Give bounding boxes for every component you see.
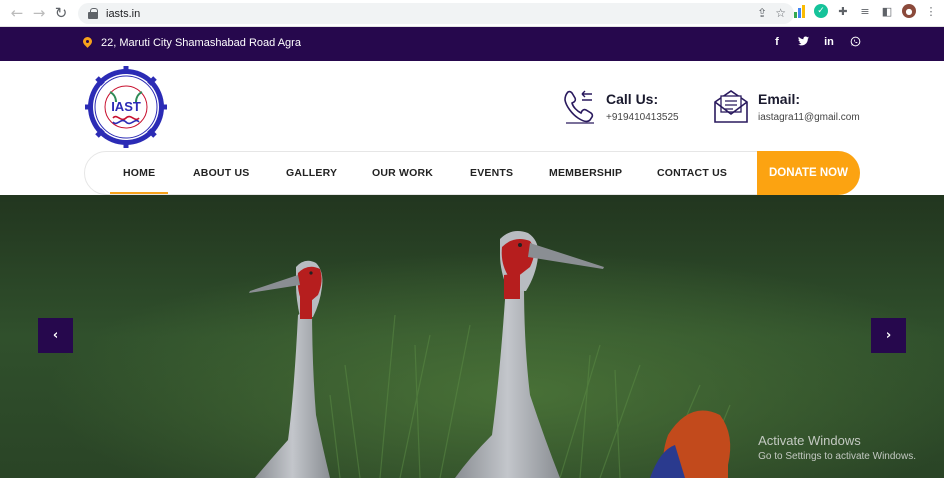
whatsapp-icon[interactable] — [850, 36, 861, 50]
forward-button[interactable]: → — [28, 2, 50, 24]
iast-logo[interactable]: IAST — [84, 65, 168, 149]
nav-contact-us[interactable]: CONTACT US — [657, 152, 727, 194]
nav-our-work[interactable]: OUR WORK — [372, 152, 433, 194]
social-links: f in — [772, 36, 861, 50]
nav-gallery[interactable]: GALLERY — [286, 152, 337, 194]
analytics-extension-icon[interactable] — [792, 4, 806, 18]
email-block: Email: iastagra11@gmail.com — [712, 88, 860, 126]
envelope-icon — [712, 88, 750, 126]
bookmark-star-icon[interactable]: ☆ — [775, 6, 786, 20]
email-title: Email: — [758, 91, 801, 107]
nav-events[interactable]: EVENTS — [470, 152, 513, 194]
nav-membership[interactable]: MEMBERSHIP — [549, 152, 622, 194]
facebook-icon[interactable]: f — [772, 36, 782, 50]
side-panel-icon[interactable]: ◧ — [880, 4, 894, 18]
hero-slider: ‹ › Activate Windows Go to Settings to a… — [0, 195, 944, 478]
nav-about-us[interactable]: ABOUT US — [193, 152, 249, 194]
slider-next-button[interactable]: › — [871, 318, 906, 353]
donate-now-button[interactable]: DONATE NOW — [757, 151, 860, 195]
call-us-block: Call Us: +919410413525 — [560, 88, 679, 126]
address-text: 22, Maruti City Shamashabad Road Agra — [101, 37, 301, 49]
url-text: iasts.in — [106, 7, 141, 20]
windows-activation-watermark: Activate Windows Go to Settings to activ… — [758, 433, 916, 462]
phone-number[interactable]: +919410413525 — [606, 112, 679, 123]
reload-button[interactable]: ↻ — [50, 2, 72, 24]
slider-prev-button[interactable]: ‹ — [38, 318, 73, 353]
call-us-title: Call Us: — [606, 91, 659, 107]
share-icon[interactable]: ⇪ — [757, 6, 767, 20]
top-info-bar: 22, Maruti City Shamashabad Road Agra f … — [0, 27, 944, 61]
twitter-icon[interactable] — [798, 36, 809, 50]
reading-list-icon[interactable]: ≡ — [858, 4, 872, 18]
linkedin-icon[interactable]: in — [824, 36, 834, 50]
back-button[interactable]: ← — [6, 2, 28, 24]
watermark-title: Activate Windows — [758, 433, 861, 448]
extensions-puzzle-icon[interactable]: ✚ — [836, 4, 850, 18]
profile-avatar[interactable]: ● — [902, 4, 916, 18]
watermark-subtitle: Go to Settings to activate Windows. — [758, 451, 916, 462]
logo-text: IAST — [111, 99, 141, 114]
nav-home[interactable]: HOME — [110, 152, 169, 194]
main-nav: HOME ABOUT US GALLERY OUR WORK EVENTS ME… — [84, 151, 860, 195]
browser-toolbar: ← → ↻ iasts.in ⇪ ☆ ✓ ✚ ≡ ◧ ● ⋮ — [0, 0, 944, 27]
address-bar[interactable]: iasts.in ⇪ ☆ — [78, 3, 794, 24]
location-pin-icon — [83, 37, 93, 49]
site-header: IAST Call Us: +919410413525 Email: iasta… — [0, 61, 944, 195]
email-address[interactable]: iastagra11@gmail.com — [758, 112, 860, 123]
grammarly-extension-icon[interactable]: ✓ — [814, 4, 828, 18]
phone-icon — [560, 88, 598, 126]
browser-menu-icon[interactable]: ⋮ — [924, 4, 938, 18]
lock-icon — [88, 8, 98, 19]
